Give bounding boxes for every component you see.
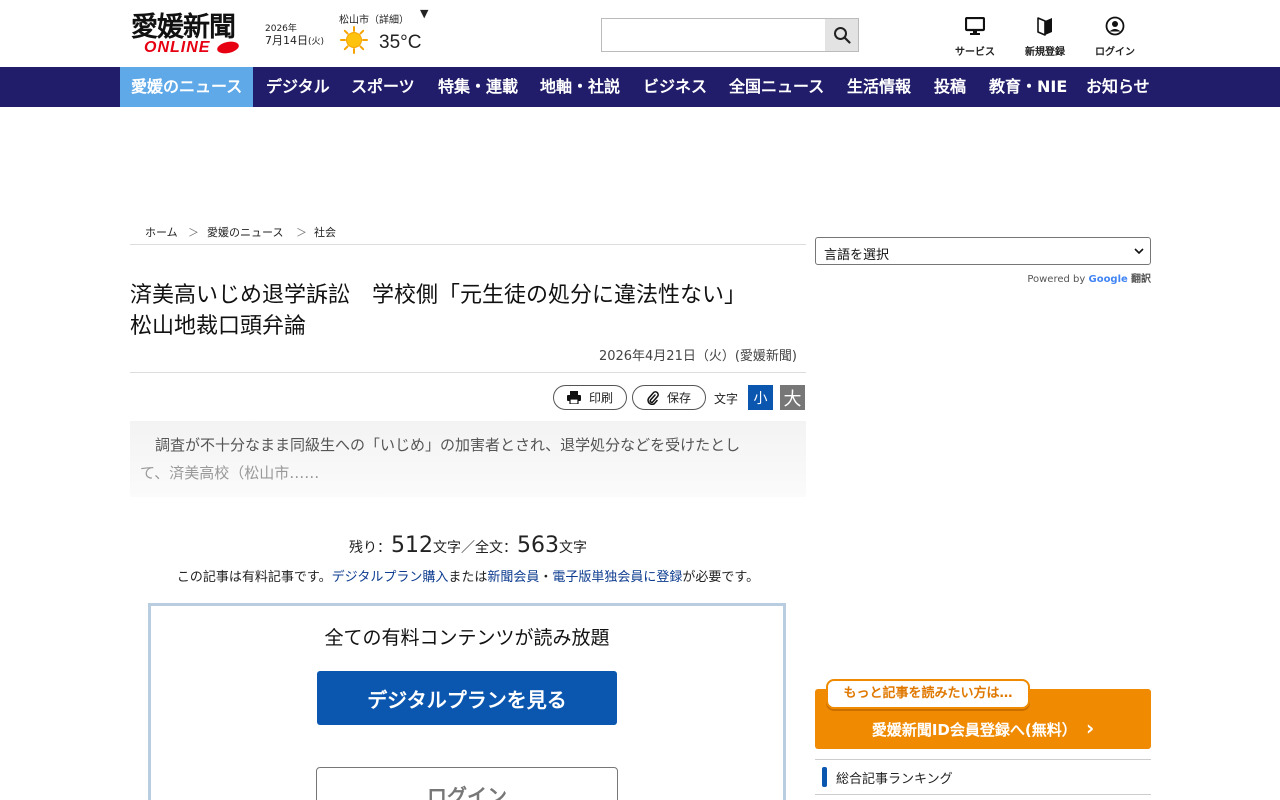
- beginner-mark-icon: [1037, 17, 1052, 36]
- search-input[interactable]: [601, 18, 826, 52]
- breadcrumb-separator: ＞: [188, 226, 199, 239]
- login-button[interactable]: ログイン: [316, 767, 618, 800]
- digital-plan-purchase-link[interactable]: デジタルプラン購入: [332, 570, 449, 585]
- language-select[interactable]: 言語を選択: [815, 237, 1151, 265]
- nav-item-education[interactable]: 教育・NIE: [989, 67, 1067, 107]
- service-menu-button[interactable]: サービス: [945, 14, 1005, 58]
- remain-count: 512: [391, 533, 433, 558]
- subscription-heading: 全ての有料コンテンツが読み放題: [324, 627, 610, 649]
- newspaper-member-link[interactable]: 新聞会員: [487, 570, 539, 585]
- language-select-value: 言語を選択: [824, 248, 890, 263]
- article-title-line1: 済美高いじめ退学訴訟 学校側「元生徒の処分に違法性ない」: [130, 283, 747, 308]
- sun-icon: [340, 26, 368, 54]
- login-label: ログイン: [1095, 47, 1135, 58]
- ranking-label: 総合記事ランキング: [836, 772, 953, 787]
- remaining-characters: 残り：512文字／全文：563文字: [130, 533, 806, 558]
- nav-item-sports[interactable]: スポーツ: [351, 67, 415, 107]
- breadcrumb-separator: ＞: [296, 226, 307, 239]
- digital-member-register-link[interactable]: 電子版単独会員に登録: [552, 570, 682, 585]
- nav-item-ehime-news[interactable]: 愛媛のニュース: [120, 67, 254, 107]
- register-banner-label: 愛媛新聞ID会員登録へ(無料）: [871, 721, 1077, 739]
- register-banner-text[interactable]: 愛媛新聞ID会員登録へ(無料） ›: [815, 716, 1151, 740]
- register-label: 新規登録: [1025, 47, 1065, 58]
- paid-article-note: この記事は有料記事です。デジタルプラン購入または新聞会員・電子版単独会員に登録が…: [130, 566, 806, 585]
- google-logo: Google: [1088, 274, 1128, 285]
- font-small-button[interactable]: 小: [748, 385, 773, 410]
- temperature: 35°C: [379, 32, 422, 53]
- weather-dropdown-icon[interactable]: ▼: [420, 7, 428, 20]
- ranking-accent-bar: [822, 767, 827, 787]
- login-header-button[interactable]: ログイン: [1085, 14, 1145, 58]
- ranking-header: 総合記事ランキング: [815, 759, 1151, 795]
- nav-item-national-news[interactable]: 全国ニュース: [729, 67, 824, 107]
- note-mid1: または: [448, 570, 488, 585]
- save-button[interactable]: 保存: [632, 385, 706, 410]
- site-header: 愛媛新聞 ONLINE 2026年 7月14日(火) 松山市（詳細） ▼ 35°…: [0, 0, 1280, 67]
- nav-item-notices[interactable]: お知らせ: [1086, 67, 1150, 107]
- article-lead: 調査が不十分なまま同級生への「いじめ」の加害者とされ、退学処分などを受けたとし …: [130, 421, 806, 497]
- date-monthday-text: 7月14日: [265, 34, 308, 47]
- printer-icon: [566, 391, 581, 404]
- chevron-down-icon: [1134, 248, 1144, 255]
- translate-label[interactable]: 翻訳: [1131, 274, 1151, 285]
- remain-mid: 文字／全文：: [433, 540, 517, 556]
- nav-item-editorial[interactable]: 地軸・社説: [540, 67, 620, 107]
- article-byline: 2026年4月21日（火）(愛媛新聞): [598, 349, 797, 364]
- font-large-button[interactable]: 大: [780, 385, 805, 410]
- breadcrumb-ehime-news[interactable]: 愛媛のニュース: [207, 224, 283, 240]
- weather-location-link[interactable]: 松山市（詳細）: [339, 11, 409, 26]
- font-size-label: 文字: [714, 392, 739, 406]
- article-title: 済美高いじめ退学訴訟 学校側「元生徒の処分に違法性ない」 松山地裁口頭弁論: [130, 280, 806, 342]
- site-logo[interactable]: 愛媛新聞 ONLINE: [131, 13, 251, 57]
- nav-item-business[interactable]: ビジネス: [643, 67, 707, 107]
- monitor-icon: [965, 17, 985, 35]
- breadcrumb-society[interactable]: 社会: [314, 224, 336, 240]
- chevron-right-icon: ›: [1085, 716, 1095, 740]
- lead-line1: 調査が不十分なまま同級生への「いじめ」の加害者とされ、退学処分などを受けたとし: [140, 436, 741, 454]
- print-button[interactable]: 印刷: [553, 385, 627, 410]
- article-title-line2: 松山地裁口頭弁論: [130, 314, 307, 339]
- logo-sub: ONLINE: [144, 39, 211, 56]
- nav-item-lifestyle[interactable]: 生活情報: [847, 67, 911, 107]
- main-nav: 愛媛のニュース デジタル スポーツ 特集・連載 地軸・社説 ビジネス 全国ニュー…: [0, 67, 1280, 107]
- save-label: 保存: [666, 391, 691, 405]
- nav-item-submissions[interactable]: 投稿: [934, 67, 966, 107]
- total-count: 563: [517, 533, 559, 558]
- breadcrumb: ホーム ＞ 愛媛のニュース ＞ 社会: [130, 222, 806, 245]
- subscription-box: 全ての有料コンテンツが読み放題 デジタルプランを見る ログイン: [148, 603, 786, 800]
- google-translate-credit: Powered by Google 翻訳: [815, 270, 1151, 285]
- nav-item-digital[interactable]: デジタル: [266, 67, 330, 107]
- paperclip-icon: [647, 390, 659, 405]
- register-bubble: もっと記事を読みたい方は…: [826, 679, 1030, 709]
- search-button[interactable]: [825, 18, 859, 52]
- powered-by-text: Powered by: [1027, 274, 1086, 285]
- service-label: サービス: [955, 47, 995, 58]
- nav-item-features[interactable]: 特集・連載: [438, 67, 518, 107]
- date-monthday: 7月14日(火): [265, 32, 324, 48]
- date-weekday: (火): [308, 37, 325, 47]
- view-digital-plan-button[interactable]: デジタルプランを見る: [317, 671, 617, 725]
- divider: [130, 372, 806, 373]
- note-suffix: が必要です。: [682, 570, 760, 585]
- lead-line2: て、済美高校（松山市……: [140, 464, 320, 482]
- remain-prefix: 残り：: [349, 540, 391, 556]
- note-prefix: この記事は有料記事です。: [176, 570, 332, 585]
- remain-suffix: 文字: [559, 540, 587, 556]
- note-mid2: ・: [539, 570, 553, 585]
- print-label: 印刷: [588, 391, 613, 405]
- user-icon: [1105, 16, 1125, 36]
- breadcrumb-home[interactable]: ホーム: [145, 224, 178, 240]
- register-button[interactable]: 新規登録: [1015, 14, 1075, 58]
- search-icon: [833, 27, 851, 44]
